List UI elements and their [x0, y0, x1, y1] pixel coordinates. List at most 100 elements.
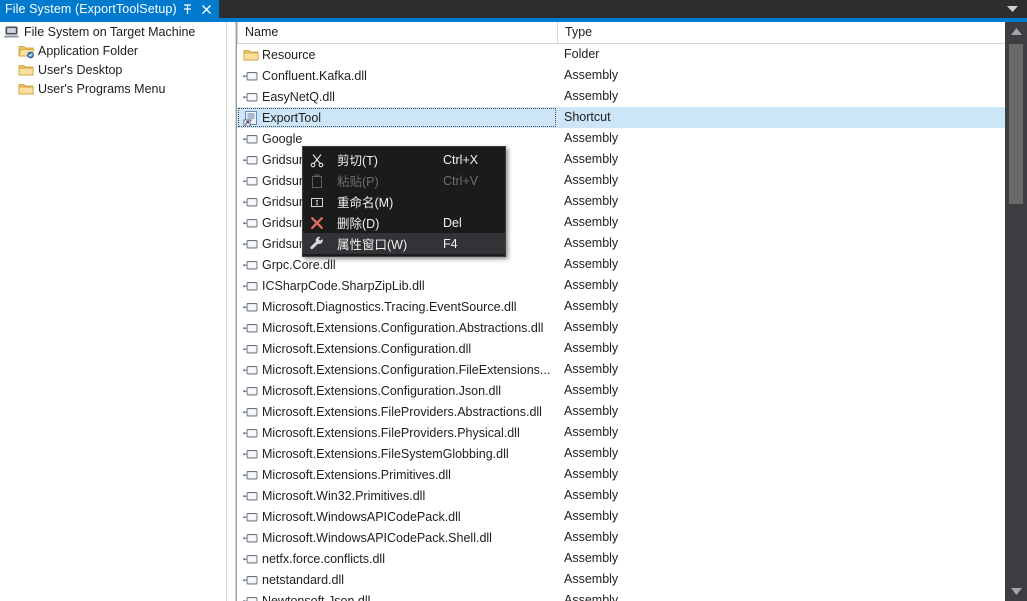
target-machine-tree[interactable]: File System on Target Machine Application… [0, 22, 226, 601]
pin-icon[interactable] [180, 1, 196, 17]
table-row[interactable]: Microsoft.Win32.Primitives.dll Assembly [237, 485, 1005, 506]
table-row[interactable]: Microsoft.Extensions.Configuration.FileE… [237, 359, 1005, 380]
table-row[interactable]: Grpc.Core.dll Assembly [237, 254, 1005, 275]
cell-name: Microsoft.Extensions.FileProviders.Abstr… [237, 401, 557, 422]
triangle-up-icon[interactable] [1005, 22, 1027, 41]
tree-item[interactable]: User's Programs Menu [0, 79, 226, 98]
cell-type: Assembly [564, 446, 619, 460]
pane-splitter[interactable] [226, 22, 236, 601]
computer-icon [4, 26, 19, 37]
table-row[interactable]: Microsoft.Extensions.Configuration.Json.… [237, 380, 1005, 401]
cell-name: Microsoft.Extensions.Configuration.Abstr… [237, 317, 557, 338]
cell-name: Microsoft.Extensions.FileSystemGlobbing.… [237, 443, 557, 464]
cell-type: Assembly [564, 593, 619, 601]
cell-name: Microsoft.Extensions.FileProviders.Physi… [237, 422, 557, 443]
cell-type: Assembly [564, 530, 619, 544]
table-row[interactable]: Microsoft.WindowsAPICodePack.dll Assembly [237, 506, 1005, 527]
assembly-icon [243, 197, 258, 206]
scroll-thumb[interactable] [1009, 44, 1023, 204]
file-name-label: ICSharpCode.SharpZipLib.dll [262, 278, 425, 293]
file-name-label: Microsoft.Extensions.Configuration.dll [262, 341, 472, 356]
tree-item-label: User's Desktop [38, 62, 123, 77]
cell-type: Assembly [564, 278, 619, 292]
file-name-label: ExportTool [262, 110, 322, 125]
table-row[interactable]: Resource Folder [237, 44, 1005, 65]
file-list-pane[interactable]: Name Type Resource Folder Confluent.Kafka.… [236, 22, 1005, 601]
table-row[interactable]: Microsoft.Extensions.Configuration.Abstr… [237, 317, 1005, 338]
assembly-icon [243, 554, 258, 563]
column-header-type[interactable]: Type [557, 22, 797, 43]
cell-type: Assembly [564, 320, 619, 334]
assembly-icon [243, 281, 258, 290]
tree-item-label: Application Folder [38, 43, 139, 58]
cell-name: Resource [237, 44, 557, 65]
assembly-icon [243, 386, 258, 395]
close-icon[interactable] [199, 1, 215, 17]
cell-type: Assembly [564, 68, 619, 82]
menu-item[interactable]: 属性窗口(W) F4 [303, 233, 505, 254]
file-name-label: Confluent.Kafka.dll [262, 68, 367, 83]
cell-type: Assembly [564, 362, 619, 376]
file-name-label: Microsoft.Extensions.FileProviders.Abstr… [262, 404, 542, 419]
cell-name: Grpc.Core.dll [237, 254, 557, 275]
menu-item[interactable]: 剪切(T) Ctrl+X [303, 149, 505, 170]
chevron-down-icon[interactable] [1003, 0, 1021, 18]
wrench-icon [303, 233, 331, 254]
cell-name: Microsoft.Extensions.Configuration.dll [237, 338, 557, 359]
folder-open-icon [18, 45, 34, 58]
menu-item-shortcut: Ctrl+V [443, 173, 479, 188]
triangle-down-icon[interactable] [1005, 582, 1027, 601]
table-row[interactable]: Microsoft.Extensions.Primitives.dll Assem… [237, 464, 1005, 485]
context-menu[interactable]: 剪切(T) Ctrl+X 粘贴(P) Ctrl+V 重命名(M) 删除(D) Del 属性窗口… [302, 146, 506, 257]
assembly-icon [243, 218, 258, 227]
column-header-name[interactable]: Name [237, 22, 557, 43]
cell-type: Assembly [564, 467, 619, 481]
table-row[interactable]: EasyNetQ.dll Assembly [237, 86, 1005, 107]
cell-type: Assembly [564, 194, 619, 208]
shortcut-icon [243, 110, 257, 126]
cell-name: Confluent.Kafka.dll [237, 65, 557, 86]
table-row[interactable]: Microsoft.Diagnostics.Tracing.EventSourc… [237, 296, 1005, 317]
menu-item[interactable]: 删除(D) Del [303, 212, 505, 233]
table-row[interactable]: netfx.force.conflicts.dll Assembly [237, 548, 1005, 569]
cell-name: netstandard.dll [237, 569, 557, 590]
tree-item[interactable]: User's Desktop [0, 60, 226, 79]
cell-name: Microsoft.Extensions.Configuration.Json.… [237, 380, 557, 401]
table-row[interactable]: Newtonsoft.Json.dll Assembly [237, 590, 1005, 601]
tree-item[interactable]: Application Folder [0, 41, 226, 60]
file-name-label: Google [262, 131, 303, 146]
tab-title: File System (ExportToolSetup) [5, 2, 177, 16]
table-row[interactable]: Microsoft.Extensions.FileProviders.Abstr… [237, 401, 1005, 422]
cell-name: Microsoft.Extensions.Primitives.dll [237, 464, 557, 485]
assembly-icon [243, 428, 258, 437]
table-row[interactable]: ExportTool Shortcut [237, 107, 1005, 128]
file-name-label: Newtonsoft.Json.dll [262, 593, 371, 601]
cell-name: Microsoft.Extensions.Configuration.FileE… [237, 359, 557, 380]
table-row[interactable]: Microsoft.WindowsAPICodePack.Shell.dll As… [237, 527, 1005, 548]
cell-type: Assembly [564, 173, 619, 187]
tab-file-system[interactable]: File System (ExportToolSetup) [0, 0, 219, 18]
table-row[interactable]: Microsoft.Extensions.Configuration.dll As… [237, 338, 1005, 359]
assembly-icon [243, 491, 258, 500]
cell-type: Shortcut [564, 110, 611, 124]
menu-item[interactable]: 重命名(M) [303, 191, 505, 212]
assembly-icon [243, 239, 258, 248]
file-name-label: Microsoft.Extensions.FileProviders.Physi… [262, 425, 520, 440]
table-row[interactable]: Microsoft.Extensions.FileSystemGlobbing.… [237, 443, 1005, 464]
cell-type: Assembly [564, 341, 619, 355]
menu-item-shortcut: Del [443, 215, 462, 230]
assembly-icon [243, 449, 258, 458]
table-row[interactable]: ICSharpCode.SharpZipLib.dll Assembly [237, 275, 1005, 296]
cell-type: Assembly [564, 89, 619, 103]
table-row[interactable]: Microsoft.Extensions.FileProviders.Physi… [237, 422, 1005, 443]
cell-name: Newtonsoft.Json.dll [237, 590, 557, 601]
assembly-icon [243, 71, 258, 80]
table-row[interactable]: Confluent.Kafka.dll Assembly [237, 65, 1005, 86]
cell-name: EasyNetQ.dll [237, 86, 557, 107]
cell-type: Assembly [564, 551, 619, 565]
menu-item-shortcut: F4 [443, 236, 458, 251]
vertical-scrollbar[interactable] [1005, 22, 1027, 601]
table-row[interactable]: netstandard.dll Assembly [237, 569, 1005, 590]
file-name-label: Microsoft.Extensions.FileSystemGlobbing.… [262, 446, 509, 461]
tree-item[interactable]: File System on Target Machine [0, 22, 226, 41]
